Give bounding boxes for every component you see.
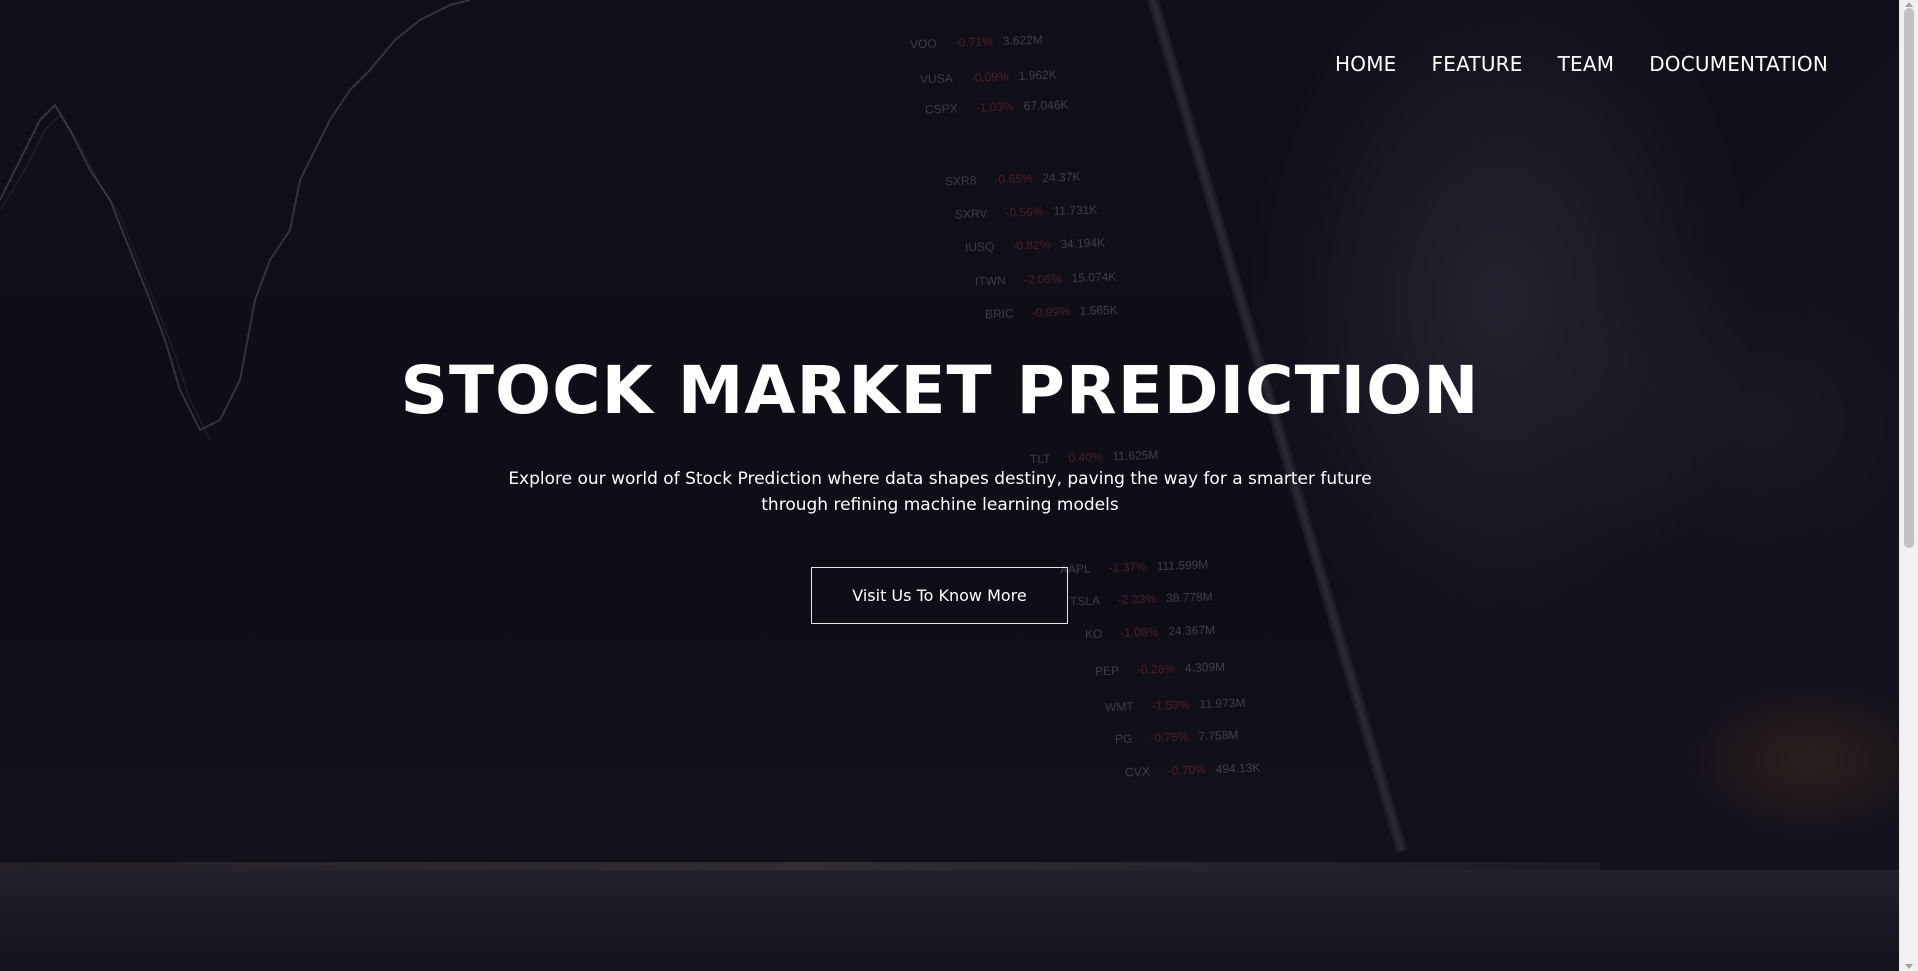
top-nav: HOME FEATURE TEAM DOCUMENTATION [1335,52,1828,76]
nav-feature-link[interactable]: FEATURE [1432,52,1523,76]
nav-team-link[interactable]: TEAM [1558,52,1615,76]
hero-title: STOCK MARKET PREDICTION [400,352,1480,429]
hero-viewport: VOO -0.71% 3.622M VUSA -0.09% 1.962K CSPX -1.03… [0,0,1899,971]
scrollbar-thumb[interactable] [1904,8,1914,548]
visit-us-button[interactable]: Visit Us To Know More [811,567,1068,624]
nav-documentation-link[interactable]: DOCUMENTATION [1649,52,1828,76]
scroll-up-arrow-icon[interactable] [1905,2,1913,7]
scroll-down-arrow-icon[interactable] [1905,964,1913,969]
hero-subtitle-line-2: through refining machine learning models [761,495,1119,515]
vertical-scrollbar[interactable] [1899,0,1918,971]
hero-subtitle: Explore our world of Stock Prediction wh… [490,466,1390,518]
hero-subtitle-line-1: Explore our world of Stock Prediction wh… [508,469,1372,489]
nav-home-link[interactable]: HOME [1335,52,1396,76]
